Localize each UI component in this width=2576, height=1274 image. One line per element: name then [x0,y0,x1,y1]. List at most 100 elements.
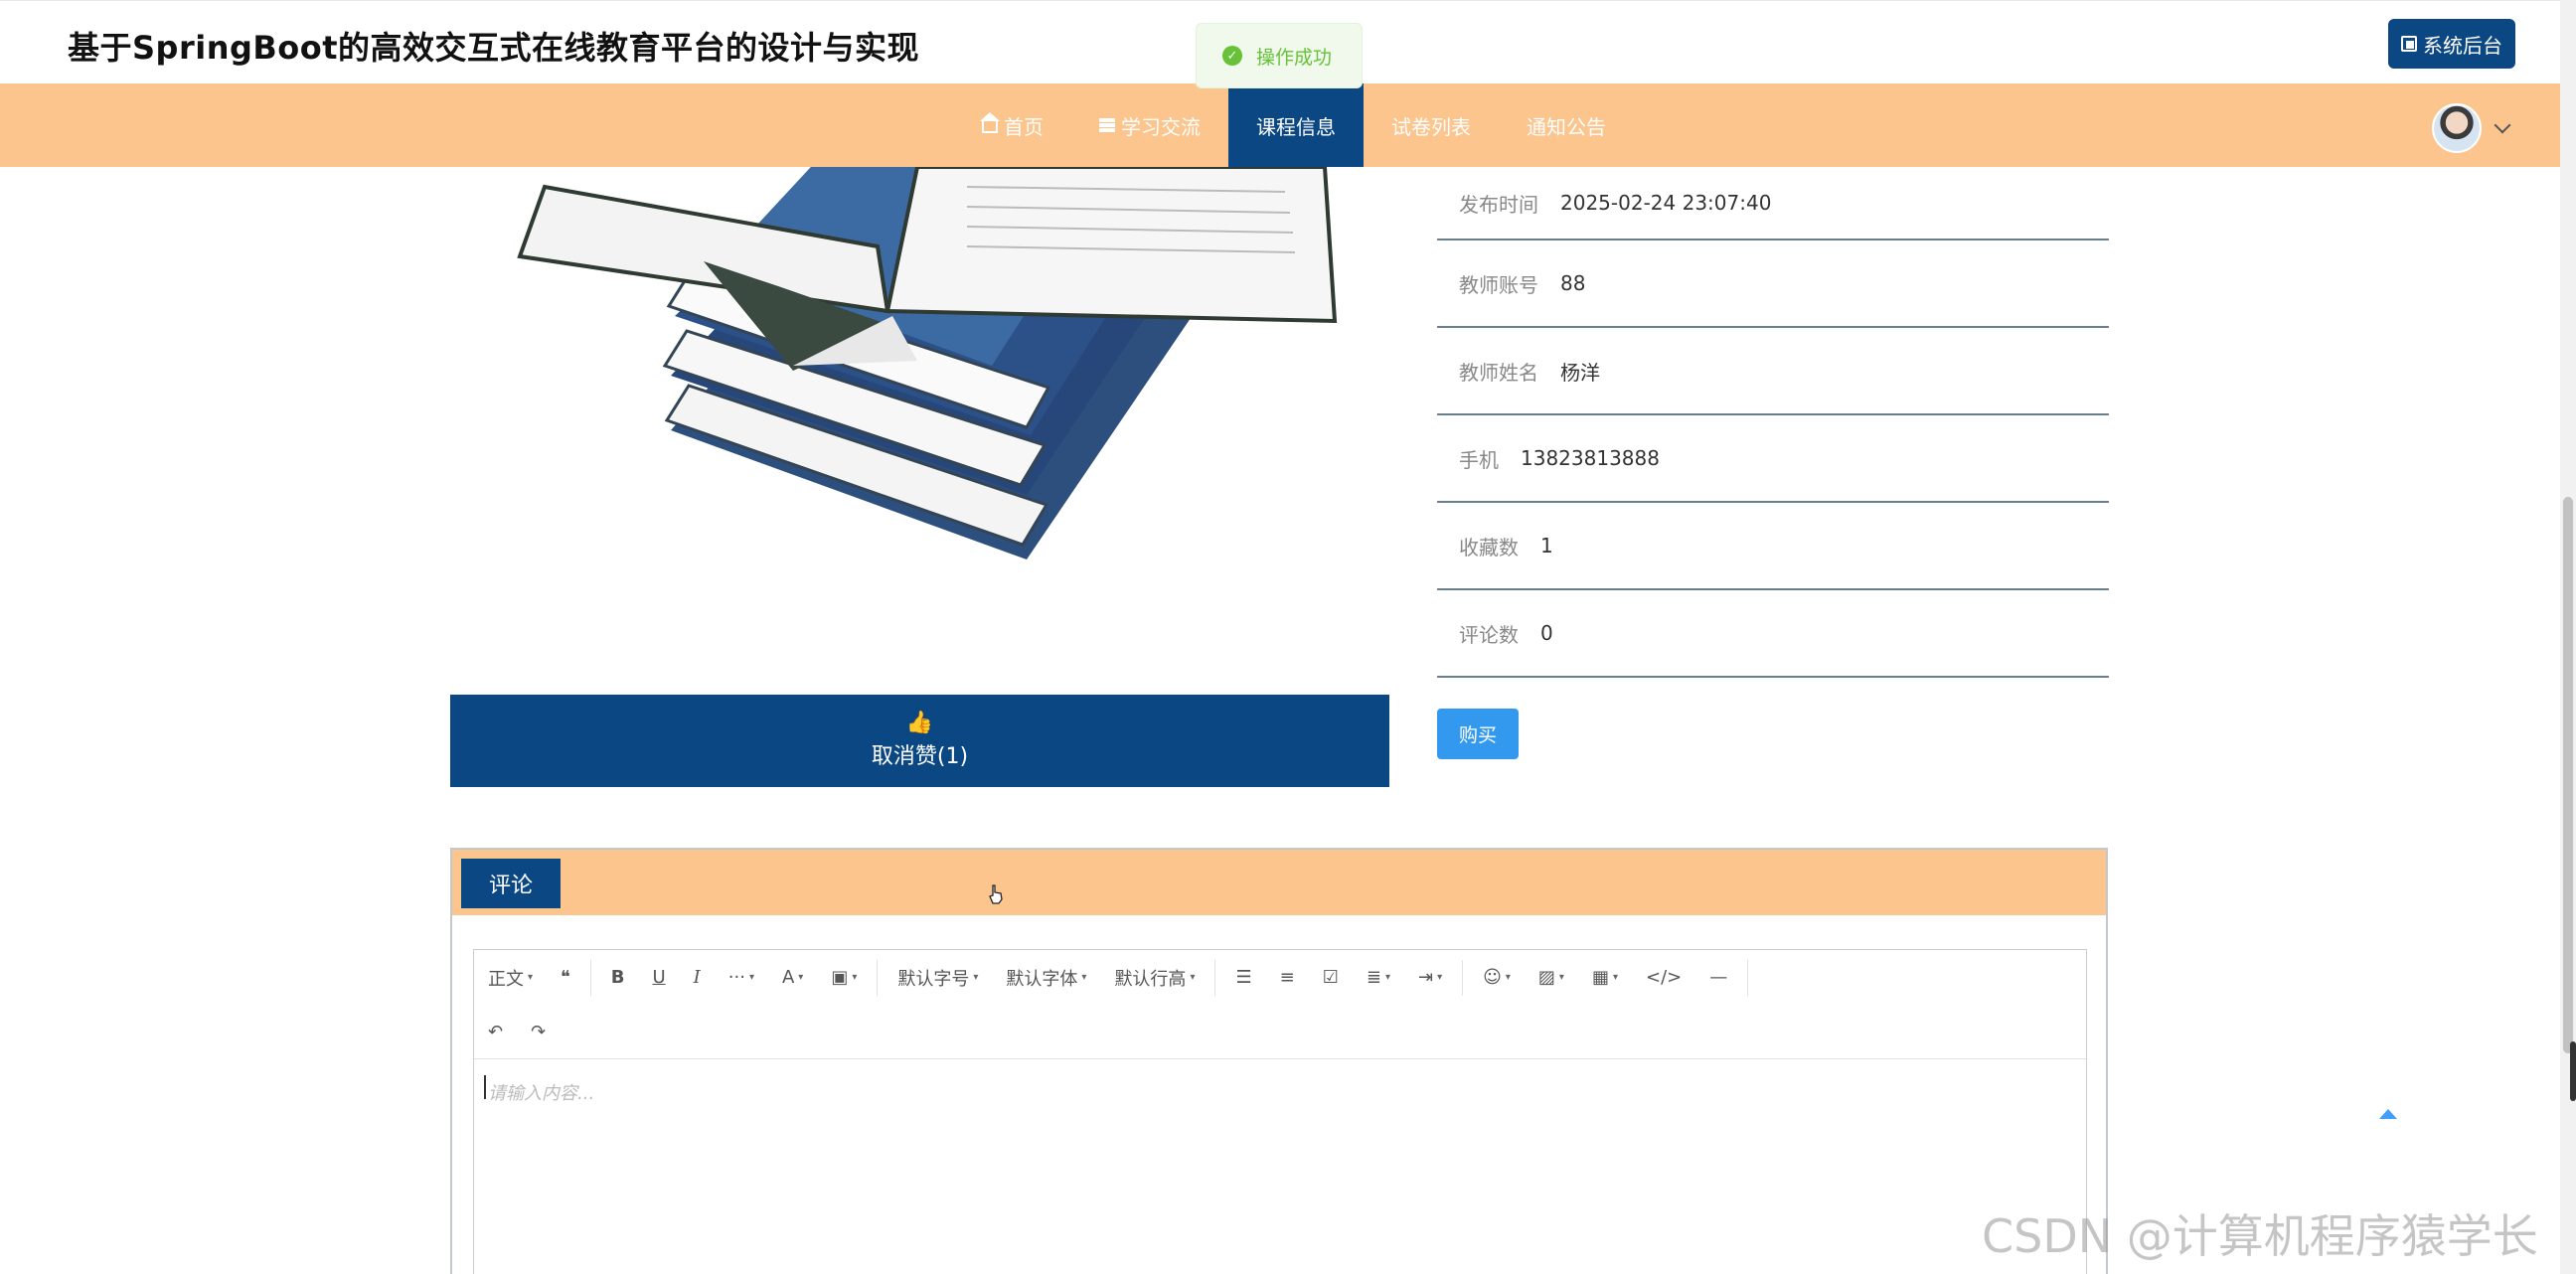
caret-down-icon: ▾ [1081,972,1087,983]
bullet-list-icon-glyph: ☰ [1235,967,1252,988]
table-icon[interactable]: ▦ ▾ [1578,958,1632,998]
nav-item-forum[interactable]: 学习交流 [1071,83,1228,167]
caret-down-icon: ▾ [852,972,858,983]
success-toast: ✓ 操作成功 [1196,23,1363,88]
quote-icon-glyph: ❝ [561,967,570,988]
table-icon-glyph: ▦ [1591,967,1609,988]
comment-tab[interactable]: 评论 [461,859,561,908]
detail-label: 发布时间 [1459,192,1538,217]
bold-icon-glyph: B [610,967,625,988]
window-icon [2401,36,2417,52]
detail-favorites: 收藏数 1 [1437,503,2109,590]
code-icon[interactable]: </> [1632,958,1695,998]
emoji-icon[interactable]: ☺ ▾ [1469,958,1525,998]
editor-toolbar: 正文 ▾ ❝ B U I ··· ▾ A ▾ ▣ ▾ 默认字号 ▾ 默认字体 ▾ 默认行高 ▾ ☰ ≡ ☑ ≣ ▾ ⇥ ▾ ☺ ▾ ▨… [474,950,2086,1059]
toolbar-separator [589,959,591,996]
code-icon-glyph: </> [1645,967,1683,988]
caret-down-icon: ▾ [1384,972,1390,983]
watermark: CSDN @计算机程序猿学长 [1982,1209,2538,1263]
image-icon[interactable]: ▨ ▾ [1525,958,1578,998]
user-avatar[interactable] [2432,103,2482,153]
undo-icon[interactable]: ↶ [474,1013,517,1052]
toolbar-separator [1462,959,1464,996]
indent-icon[interactable]: ⇥ ▾ [1404,958,1456,998]
nav-item-notices[interactable]: 通知公告 [1499,83,1634,167]
nav-item-courses[interactable]: 课程信息 [1228,83,1364,167]
buy-button[interactable]: 购买 [1437,709,1519,759]
nav-item-exams[interactable]: 试卷列表 [1364,83,1499,167]
nav-label: 通知公告 [1527,114,1606,139]
nav-label: 课程信息 [1256,114,1336,139]
font-size-select[interactable]: 默认字号 ▾ [884,958,992,998]
site-title: 基于SpringBoot的高效交互式在线教育平台的设计与实现 [68,29,920,67]
back-to-top-icon[interactable] [2379,1109,2397,1119]
font-color-icon-glyph: A [781,967,795,988]
detail-label: 手机 [1459,447,1499,472]
numbered-list-icon-glyph: ≡ [1279,967,1295,988]
todo-icon-glyph: ☑ [1322,967,1339,988]
indent-icon-glyph: ⇥ [1417,967,1434,988]
comment-header: 评论 [452,850,2106,915]
nav-label: 首页 [1004,114,1044,139]
caret-down-icon: ▾ [1190,972,1196,983]
font-color-icon[interactable]: A ▾ [768,958,817,998]
caret-down-icon: ▾ [748,972,754,983]
text-cursor [484,1075,486,1099]
detail-teacher-name: 教师姓名 杨洋 [1437,328,2109,415]
todo-icon[interactable]: ☑ [1309,958,1353,998]
underline-icon-glyph: U [652,967,666,988]
more-icon-glyph: ··· [727,967,745,988]
align-icon-glyph: ≣ [1366,967,1381,988]
caret-down-icon: ▾ [1612,972,1618,983]
emoji-icon-glyph: ☺ [1483,967,1502,988]
undo-icon-glyph: ↶ [488,1022,504,1042]
detail-value: 13823813888 [1521,446,1660,470]
caret-down-icon: ▾ [1437,972,1443,983]
detail-value: 1 [1540,534,1553,557]
toolbar-separator [1214,959,1216,996]
nav-item-home[interactable]: 首页 [954,83,1071,167]
toolbar-separator [1747,959,1749,996]
bg-color-icon[interactable]: ▣ ▾ [817,958,871,998]
line-height-select-glyph: 默认行高 [1114,968,1187,990]
bold-icon[interactable]: B [597,958,639,998]
scrollbar-thumb[interactable] [2563,497,2573,1053]
caret-down-icon: ▾ [973,972,979,983]
detail-publish-time: 发布时间 2025-02-24 23:07:40 [1437,167,2109,240]
admin-backend-label: 系统后台 [2423,33,2502,58]
editor-input[interactable]: 请输入内容... [488,1079,594,1105]
caret-down-icon: ▾ [528,972,534,983]
detail-value: 0 [1540,621,1553,645]
numbered-list-icon[interactable]: ≡ [1266,958,1309,998]
unlike-button[interactable]: 👍 取消赞(1) [450,695,1389,787]
bg-color-icon-glyph: ▣ [831,967,849,988]
detail-comments: 评论数 0 [1437,590,2109,678]
italic-icon-glyph: I [693,967,701,988]
detail-label: 教师账号 [1459,272,1538,297]
underline-icon[interactable]: U [638,958,679,998]
course-cover-image [517,167,1338,559]
list-icon [1099,118,1115,132]
italic-icon[interactable]: I [680,958,715,998]
quote-icon[interactable]: ❝ [547,958,584,998]
detail-value: 2025-02-24 23:07:40 [1560,191,1772,215]
font-family-select-glyph: 默认字体 [1006,968,1078,990]
thumbs-up-icon: 👍 [905,710,934,735]
nav-label: 学习交流 [1121,114,1201,139]
unlike-label: 取消赞(1) [871,743,969,769]
align-icon[interactable]: ≣ ▾ [1353,958,1404,998]
toolbar-separator [877,959,879,996]
toolbar-row: 正文 ▾ ❝ B U I ··· ▾ A ▾ ▣ ▾ 默认字号 ▾ 默认字体 ▾ 默认行高 ▾ ☰ ≡ ☑ ≣ ▾ ⇥ ▾ ☺ ▾ ▨… [474,950,1754,1005]
more-icon[interactable]: ··· ▾ [715,958,768,998]
caret-down-icon: ▾ [798,972,804,983]
line-height-select[interactable]: 默认行高 ▾ [1100,958,1208,998]
divider-icon[interactable]: — [1695,958,1741,998]
detail-label: 收藏数 [1459,535,1519,559]
image-icon-glyph: ▨ [1537,967,1555,988]
heading-select[interactable]: 正文 ▾ [474,958,547,998]
redo-icon[interactable]: ↷ [517,1013,560,1052]
bullet-list-icon[interactable]: ☰ [1221,958,1265,998]
admin-backend-button[interactable]: 系统后台 [2388,19,2515,69]
check-circle-icon: ✓ [1222,46,1242,66]
font-family-select[interactable]: 默认字体 ▾ [992,958,1100,998]
